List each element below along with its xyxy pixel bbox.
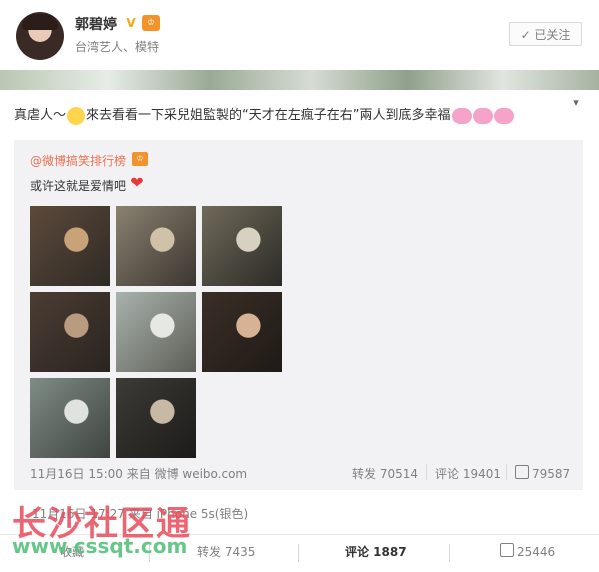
comment-button[interactable]: 评论 1887 xyxy=(345,543,407,560)
repost-photo[interactable] xyxy=(202,292,282,372)
repost-photo[interactable] xyxy=(116,378,196,458)
smile-face-emoji xyxy=(67,106,86,125)
repost-like-count: 79587 xyxy=(532,467,571,481)
repost-photo[interactable] xyxy=(30,292,110,372)
cover-banner xyxy=(0,70,599,90)
verified-v-icon: V xyxy=(126,16,136,30)
repost-author[interactable]: @微博搞笑排行榜 xyxy=(30,152,126,169)
forward-button[interactable]: 转发 7435 xyxy=(197,543,255,560)
post-timestamp[interactable]: 11月16日 17:27 来自 iPhone 5s(银色) xyxy=(32,505,248,522)
repost-photo[interactable] xyxy=(116,292,196,372)
divider xyxy=(426,464,427,480)
repost-photo[interactable] xyxy=(30,378,110,458)
avatar-hair xyxy=(22,14,58,30)
post-action-bar: 收藏 转发 7435 评论 1887 25446 xyxy=(0,534,599,572)
follow-button[interactable]: ✓ 已关注 xyxy=(509,22,582,46)
thumbs-up-icon xyxy=(500,543,514,557)
thumbs-up-icon xyxy=(515,465,529,479)
vip-member-icon: ♔ xyxy=(142,15,160,31)
post-text-before: 真虐人～ xyxy=(14,108,67,123)
pig-emoji xyxy=(451,107,472,124)
like-button[interactable]: 25446 xyxy=(500,543,555,559)
weibo-post-header: 郭碧婷 V ♔ 台湾艺人、模特 ✓ 已关注 xyxy=(0,0,599,70)
repost-forward[interactable]: 转发 70514 xyxy=(352,465,418,482)
divider xyxy=(149,544,150,562)
collect-button[interactable]: 收藏 xyxy=(60,543,84,560)
repost-like-button[interactable]: 79587 xyxy=(515,465,570,481)
repost-card: @微博搞笑排行榜 ♔ 或许这就是爱情吧 ❤ 11月16日 15:00 来自 微博… xyxy=(14,140,583,490)
divider xyxy=(506,464,507,480)
user-avatar[interactable] xyxy=(16,12,64,60)
post-text: 真虐人～ 來去看看一下采兒姐監製的“天才在左瘋子在右”兩人到底多幸福 xyxy=(14,106,574,126)
repost-photo[interactable] xyxy=(116,206,196,286)
post-text-after: 來去看看一下采兒姐監製的“天才在左瘋子在右”兩人到底多幸福 xyxy=(86,108,451,123)
vip-member-icon: ♔ xyxy=(132,152,148,166)
repost-comment[interactable]: 评论 19401 xyxy=(435,465,501,482)
repost-photo[interactable] xyxy=(30,206,110,286)
divider xyxy=(449,544,450,562)
like-count: 25446 xyxy=(517,545,556,559)
red-heart-icon: ❤ xyxy=(130,173,144,192)
username[interactable]: 郭碧婷 xyxy=(75,14,117,34)
pig-emoji xyxy=(472,107,493,124)
pig-emoji xyxy=(493,107,514,124)
repost-photo[interactable] xyxy=(202,206,282,286)
repost-text: 或许这就是爱情吧 xyxy=(30,179,127,193)
divider xyxy=(298,544,299,562)
user-subtitle: 台湾艺人、模特 xyxy=(75,40,160,54)
repost-timestamp[interactable]: 11月16日 15:00 来自 微博 weibo.com xyxy=(30,465,247,482)
